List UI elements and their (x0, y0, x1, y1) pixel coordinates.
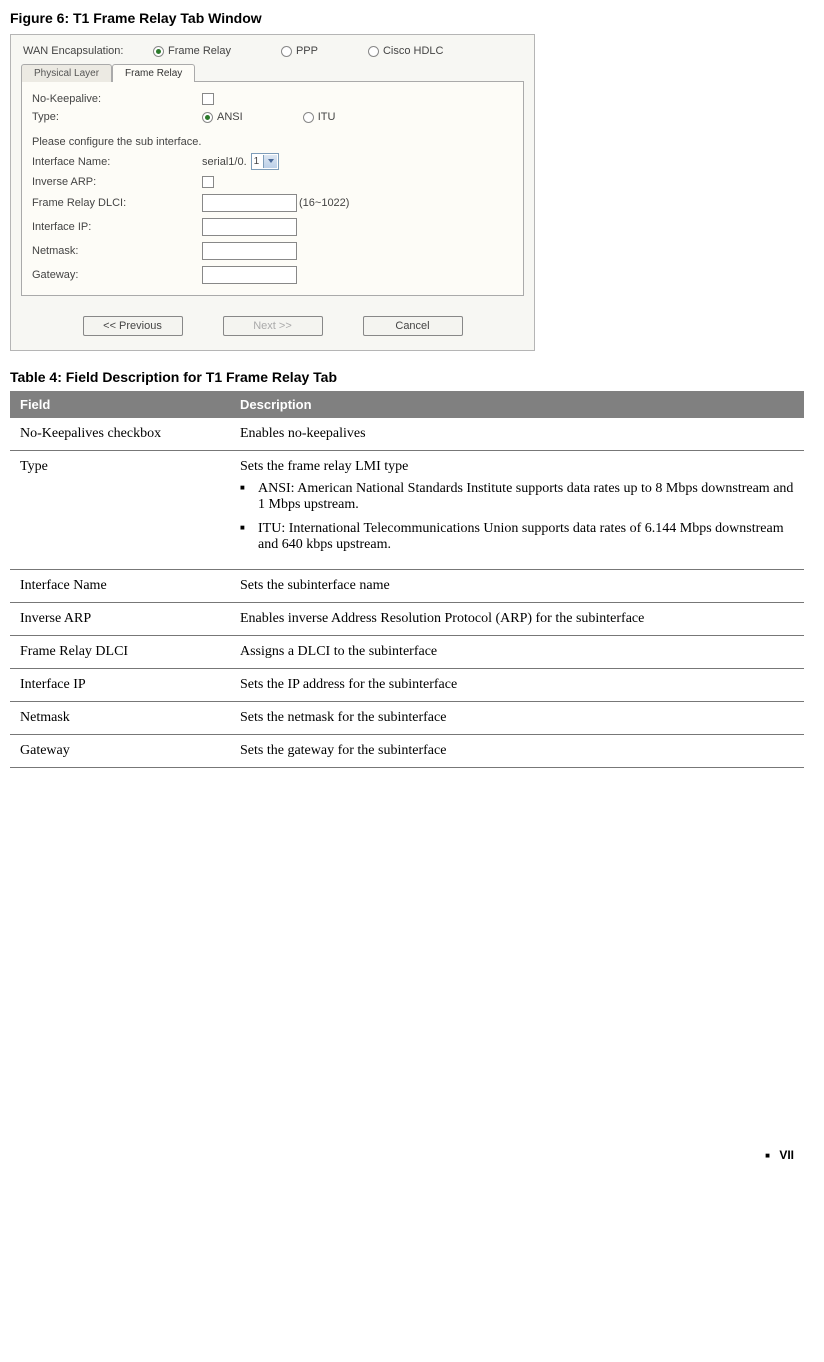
config-window: WAN Encapsulation: Frame Relay PPP Cisco… (10, 34, 535, 351)
dlci-input[interactable] (202, 194, 297, 212)
cell-desc: Assigns a DLCI to the subinterface (230, 636, 804, 669)
wan-encapsulation-row: WAN Encapsulation: Frame Relay PPP Cisco… (11, 35, 534, 61)
previous-button[interactable]: << Previous (83, 316, 183, 336)
inverse-arp-row: Inverse ARP: (32, 173, 513, 191)
cell-field: Type (10, 451, 230, 570)
cell-field: Gateway (10, 735, 230, 768)
cell-field: Frame Relay DLCI (10, 636, 230, 669)
no-keepalive-checkbox[interactable] (202, 93, 214, 105)
field-label: Gateway: (32, 269, 202, 281)
radio-ppp[interactable]: PPP (281, 45, 318, 57)
wan-radio-group: Frame Relay PPP Cisco HDLC (153, 45, 522, 57)
table-row: Interface Name Sets the subinterface nam… (10, 570, 804, 603)
cell-field: Interface IP (10, 669, 230, 702)
tab-frame-relay[interactable]: Frame Relay (112, 64, 195, 82)
cancel-button[interactable]: Cancel (363, 316, 463, 336)
square-bullet-icon: ■ (765, 1151, 770, 1160)
cell-field: Inverse ARP (10, 603, 230, 636)
radio-dot-icon (153, 46, 164, 57)
interface-ip-input[interactable] (202, 218, 297, 236)
dlci-range: (16~1022) (299, 197, 349, 209)
radio-ansi[interactable]: ANSI (202, 111, 243, 123)
cell-field: No-Keepalives checkbox (10, 418, 230, 451)
interface-name-prefix: serial1/0. (202, 156, 247, 168)
table-row: Interface IP Sets the IP address for the… (10, 669, 804, 702)
radio-label: Cisco HDLC (383, 45, 444, 57)
field-label: No-Keepalive: (32, 93, 202, 105)
gateway-input[interactable] (202, 266, 297, 284)
netmask-input[interactable] (202, 242, 297, 260)
field-label: Type: (32, 111, 202, 123)
figure-title: Figure 6: T1 Frame Relay Tab Window (10, 10, 804, 26)
button-row: << Previous Next >> Cancel (11, 306, 534, 350)
table-caption: Table 4: Field Description for T1 Frame … (10, 369, 804, 385)
chevron-down-icon (268, 159, 274, 163)
cell-desc: Sets the subinterface name (230, 570, 804, 603)
list-item: ANSI: American National Standards Instit… (240, 481, 794, 513)
field-description-table: Field Description No-Keepalives checkbox… (10, 391, 804, 768)
gateway-row: Gateway: (32, 263, 513, 287)
th-description: Description (230, 391, 804, 418)
tab-bar: Physical Layer Frame Relay (11, 63, 534, 81)
field-label: Interface IP: (32, 221, 202, 233)
field-label: Inverse ARP: (32, 176, 202, 188)
type-bullets: ANSI: American National Standards Instit… (240, 481, 794, 553)
radio-itu[interactable]: ITU (303, 111, 336, 123)
cell-field: Netmask (10, 702, 230, 735)
radio-dot-icon (281, 46, 292, 57)
field-label: Netmask: (32, 245, 202, 257)
radio-dot-icon (368, 46, 379, 57)
wan-label: WAN Encapsulation: (23, 45, 153, 57)
radio-label: Frame Relay (168, 45, 231, 57)
table-row: Type Sets the frame relay LMI type ANSI:… (10, 451, 804, 570)
interface-name-row: Interface Name: serial1/0. 1 (32, 150, 513, 173)
radio-dot-icon (202, 112, 213, 123)
type-intro: Sets the frame relay LMI type (240, 459, 408, 474)
radio-dot-icon (303, 112, 314, 123)
type-row: Type: ANSI ITU (32, 108, 513, 126)
cell-desc: Enables no-keepalives (230, 418, 804, 451)
table-row: Frame Relay DLCI Assigns a DLCI to the s… (10, 636, 804, 669)
tab-physical-layer[interactable]: Physical Layer (21, 64, 112, 82)
field-label: Frame Relay DLCI: (32, 197, 202, 209)
list-item: ITU: International Telecommunications Un… (240, 521, 794, 553)
cell-desc: Sets the IP address for the subinterface (230, 669, 804, 702)
tab-content: No-Keepalive: Type: ANSI ITU Please conf… (21, 81, 524, 296)
table-row: Inverse ARP Enables inverse Address Reso… (10, 603, 804, 636)
cell-field: Interface Name (10, 570, 230, 603)
next-button[interactable]: Next >> (223, 316, 323, 336)
interface-ip-row: Interface IP: (32, 215, 513, 239)
cell-desc: Sets the frame relay LMI type ANSI: Amer… (230, 451, 804, 570)
field-label: Interface Name: (32, 156, 202, 168)
th-field: Field (10, 391, 230, 418)
page-footer: ■ VII (10, 1148, 804, 1162)
cell-desc: Sets the netmask for the subinterface (230, 702, 804, 735)
netmask-row: Netmask: (32, 239, 513, 263)
radio-frame-relay[interactable]: Frame Relay (153, 45, 231, 57)
radio-label: PPP (296, 45, 318, 57)
page-number: VII (779, 1148, 794, 1162)
no-keepalive-row: No-Keepalive: (32, 90, 513, 108)
radio-label: ITU (318, 111, 336, 123)
dlci-row: Frame Relay DLCI: (16~1022) (32, 191, 513, 215)
cell-desc: Enables inverse Address Resolution Proto… (230, 603, 804, 636)
table-row: No-Keepalives checkbox Enables no-keepal… (10, 418, 804, 451)
radio-cisco-hdlc[interactable]: Cisco HDLC (368, 45, 444, 57)
interface-name-select[interactable]: 1 (251, 153, 279, 170)
radio-label: ANSI (217, 111, 243, 123)
table-row: Gateway Sets the gateway for the subinte… (10, 735, 804, 768)
select-value: 1 (254, 156, 260, 167)
configure-note: Please configure the sub interface. (32, 126, 513, 150)
cell-desc: Sets the gateway for the subinterface (230, 735, 804, 768)
table-row: Netmask Sets the netmask for the subinte… (10, 702, 804, 735)
inverse-arp-checkbox[interactable] (202, 176, 214, 188)
